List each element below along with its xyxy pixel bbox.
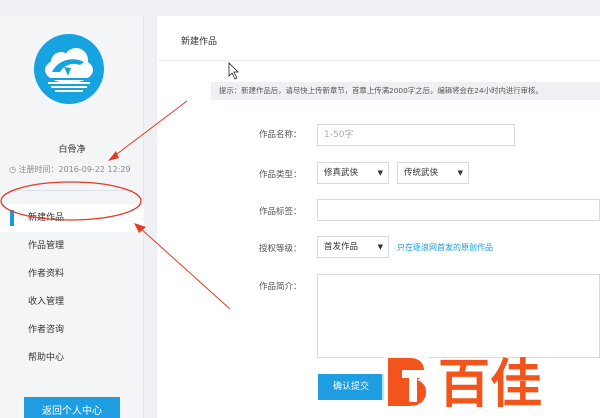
sidebar-divider	[10, 190, 133, 191]
page-title: 新建作品	[181, 37, 218, 47]
work-name-input[interactable]: 1-50字	[317, 124, 515, 146]
caret-down-icon: ▼	[377, 243, 383, 251]
sidebar: 白骨净 ◷ 注册时间：2016-09-22 12:29 新建作品 作品管理 作者…	[0, 16, 144, 418]
dolphin-cloud-icon	[45, 48, 93, 92]
sidebar-item-new-work[interactable]: 新建作品	[0, 204, 144, 232]
sidebar-item-author-profile[interactable]: 作者资料	[0, 260, 144, 288]
auth-level-label: 授权等级：	[259, 244, 302, 254]
work-type-sub-value: 传统武侠	[404, 168, 439, 178]
watermark-logo: 百佳	[382, 354, 542, 415]
sidebar-item-help-center[interactable]: 帮助中心	[0, 344, 144, 372]
sidebar-item-income[interactable]: 收入管理	[0, 288, 144, 316]
work-type-main-select[interactable]: 修真武侠 ▼	[317, 162, 389, 184]
caret-down-icon: ▼	[457, 169, 463, 177]
work-type-label: 作品类型：	[259, 170, 302, 180]
work-type-sub-select[interactable]: 传统武侠 ▼	[397, 162, 469, 184]
auth-level-help-link[interactable]: 只在逐浪网首发的原创作品	[397, 242, 493, 253]
username: 白骨净	[58, 145, 86, 155]
work-tags-label: 作品标签：	[259, 207, 302, 217]
sidebar-item-work-management[interactable]: 作品管理	[0, 232, 144, 260]
tip-banner: 提示：新建作品后，请尽快上传新章节，首章上传满2000字之后，编辑将会在24小时…	[211, 82, 600, 100]
sidebar-item-author-consult[interactable]: 作者咨询	[0, 316, 144, 344]
auth-level-select[interactable]: 首发作品 ▼	[317, 236, 389, 258]
caret-down-icon: ▼	[377, 169, 383, 177]
avatar	[34, 34, 104, 104]
submit-button[interactable]: 确认提交	[318, 374, 384, 400]
work-intro-label: 作品简介：	[259, 282, 302, 292]
auth-level-value: 首发作品	[324, 242, 359, 252]
register-time: ◷ 注册时间：2016-09-22 12:29	[9, 165, 131, 174]
back-to-personal-center-button[interactable]: 返回个人中心	[24, 397, 120, 418]
title-divider	[157, 60, 600, 61]
work-name-label: 作品名称：	[259, 130, 302, 140]
watermark-text: 百佳	[438, 355, 542, 415]
sidebar-menu: 新建作品 作品管理 作者资料 收入管理 作者咨询 帮助中心	[0, 204, 144, 372]
work-tags-input[interactable]	[317, 199, 600, 221]
work-type-main-value: 修真武侠	[324, 168, 359, 178]
